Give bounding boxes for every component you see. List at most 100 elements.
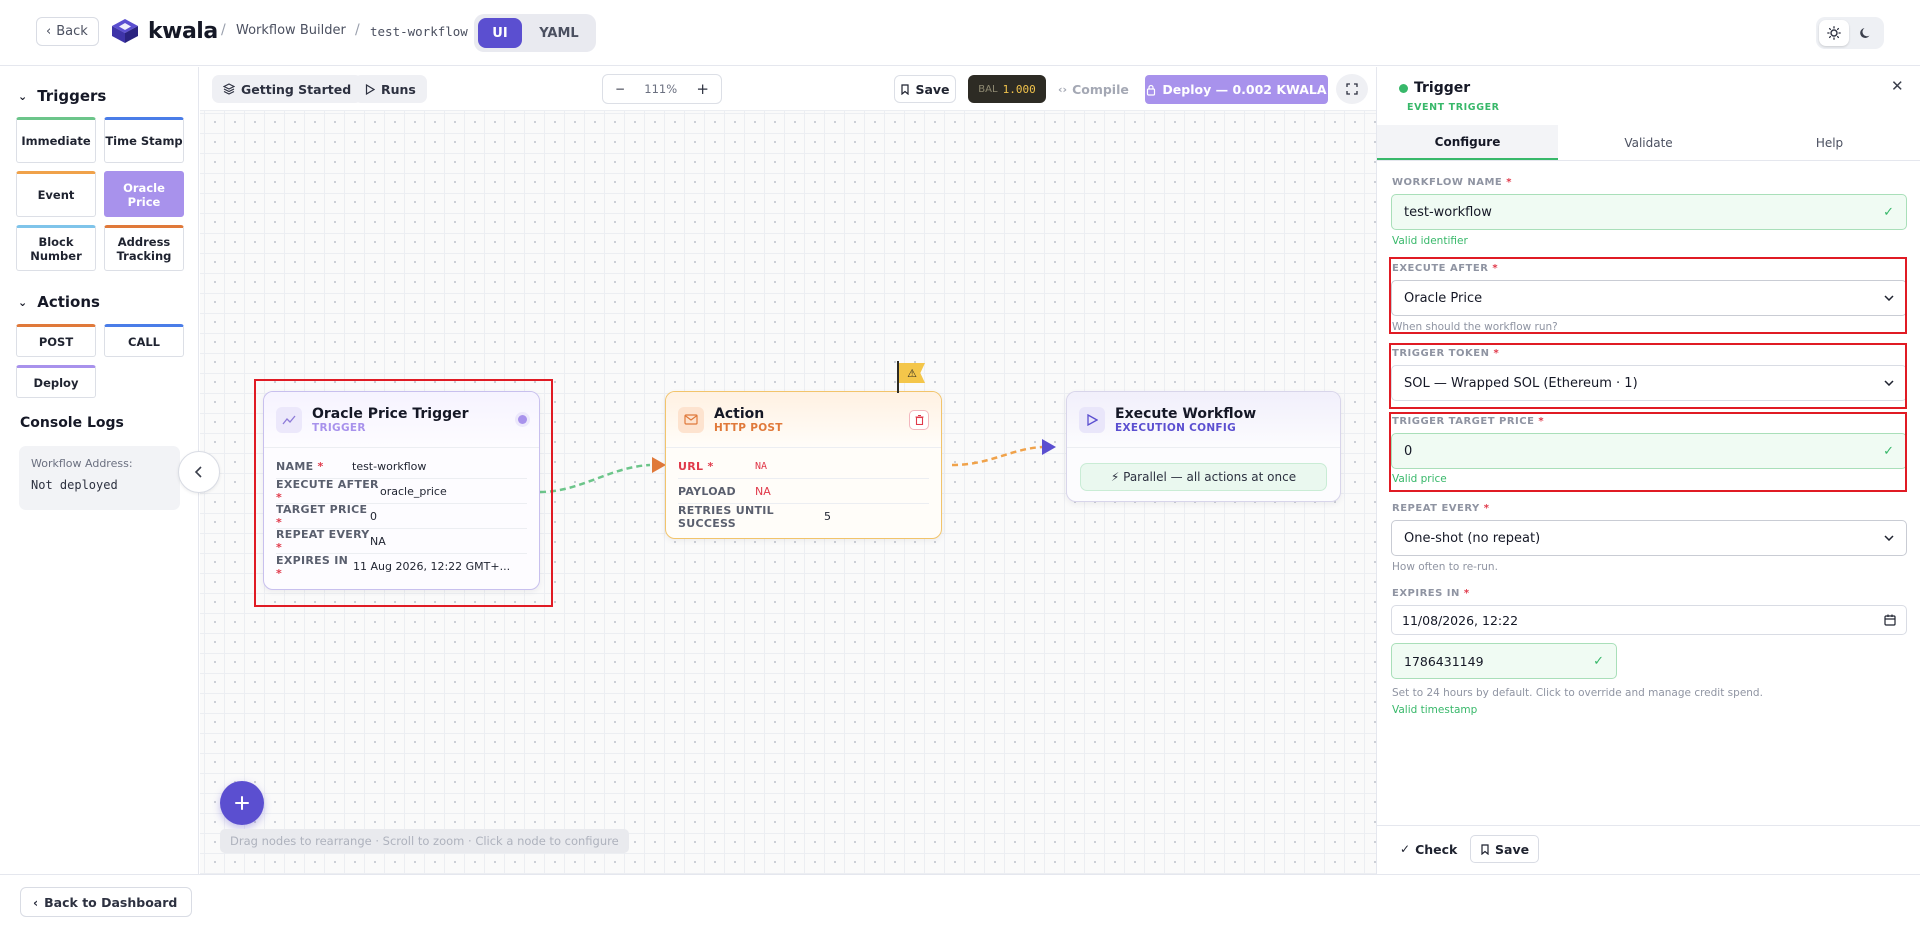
repeat-every-value: One-shot (no repeat) [1404,530,1541,546]
action-node-header: Action HTTP POST [666,392,941,448]
expires-datetime-input[interactable]: 11/08/2026, 12:22 [1391,605,1907,635]
breadcrumb-workflow-builder[interactable]: Workflow Builder [236,23,346,38]
repeat-every-label: REPEAT EVERY * [1392,503,1490,514]
action-node[interactable]: Action HTTP POST URL * NA PAYLOAD NA RET… [665,391,942,539]
deploy-button[interactable]: Deploy — 0.002 KWALA [1145,75,1328,104]
brand-name: kwala [148,18,218,44]
chevron-left-icon [194,466,202,478]
action-node-fields: URL * NA PAYLOAD NA RETRIES UNTIL SUCCES… [666,448,941,530]
plus-icon [235,796,249,810]
bookmark-icon [901,83,910,95]
edge-arrow-head [652,457,666,473]
target-price-input[interactable]: 0 ✓ [1391,433,1907,469]
palette-trigger-time-stamp[interactable]: Time Stamp [104,117,184,163]
compile-button[interactable]: ‹› Compile [1058,75,1129,103]
mode-yaml-button[interactable]: YAML [526,18,592,48]
delete-node-button[interactable] [909,409,929,430]
panel-save-button[interactable]: Save [1470,835,1540,863]
fullscreen-button[interactable] [1336,74,1368,104]
actions-section-header[interactable]: ⌄ Actions [18,293,100,311]
back-label: Back [56,24,88,39]
execute-after-note: When should the workflow run? [1392,321,1558,333]
workflow-canvas[interactable]: Getting Started Runs − 111% + Save BAL 1… [200,67,1376,874]
trigger-node[interactable]: Oracle Price Trigger TRIGGER NAME * test… [263,391,540,590]
palette-action-post[interactable]: POST [16,324,96,357]
palette-trigger-block-number[interactable]: Block Number [16,225,96,271]
runs-button[interactable]: Runs [354,75,427,103]
close-icon[interactable]: ✕ [1891,77,1904,95]
palette-trigger-address-tracking[interactable]: Address Tracking [104,225,184,271]
back-button[interactable]: ‹ Back [36,17,99,46]
getting-started-button[interactable]: Getting Started [212,75,363,103]
execute-node-subtitle: EXECUTION CONFIG [1115,421,1237,434]
panel-title-text: Trigger [1414,80,1471,96]
balance-label: BAL [978,83,998,95]
action-field-payload: PAYLOAD NA [678,479,929,504]
target-price-value: 0 [1404,443,1413,459]
runs-label: Runs [381,81,416,97]
add-node-button[interactable] [220,781,264,825]
trigger-field-repeat-every: REPEAT EVERY * NA [276,528,527,554]
triggers-title: Triggers [37,87,107,105]
breadcrumb-separator: / [221,22,226,38]
execute-node-header: Execute Workflow EXECUTION CONFIG [1067,392,1340,448]
expires-note: Set to 24 hours by default. Click to ove… [1392,687,1763,699]
moon-icon[interactable] [1851,20,1881,46]
action-node-title: Action [714,405,765,422]
trigger-token-select[interactable]: SOL — Wrapped SOL (Ethereum · 1) [1391,365,1907,401]
execution-mode-badge[interactable]: ⚡ Parallel — all actions at once [1080,463,1327,491]
chevron-down-icon [1884,380,1894,386]
tab-validate[interactable]: Validate [1558,125,1739,160]
target-price-label: TRIGGER TARGET PRICE * [1392,416,1545,427]
palette-trigger-event[interactable]: Event [16,171,96,217]
theme-toggle [1816,17,1884,49]
mode-ui-button[interactable]: UI [478,18,522,48]
kwala-logo-icon [112,19,138,43]
tab-help[interactable]: Help [1739,125,1920,160]
execute-after-label: EXECUTE AFTER * [1392,263,1499,274]
palette-trigger-oracle-price[interactable]: Oracle Price [104,171,184,217]
execute-workflow-node[interactable]: Execute Workflow EXECUTION CONFIG ⚡ Para… [1066,391,1341,502]
repeat-every-note: How often to re-run. [1392,561,1498,573]
zoom-in-button[interactable]: + [696,80,709,98]
target-price-note: Valid price [1392,473,1447,485]
tab-configure[interactable]: Configure [1377,125,1558,160]
triggers-section-header[interactable]: ⌄ Triggers [18,87,106,105]
trigger-field-execute-after: EXECUTE AFTER * oracle_price [276,478,527,504]
breadcrumb-separator: / [355,22,360,38]
check-icon: ✓ [1883,443,1894,459]
calendar-icon[interactable] [1884,614,1896,626]
expires-valid-note: Valid timestamp [1392,704,1478,716]
canvas-toolbar: Getting Started Runs − 111% + Save BAL 1… [200,67,1376,111]
palette-action-deploy[interactable]: Deploy [16,365,96,398]
expires-timestamp-input[interactable]: 1786431149 ✓ [1391,643,1617,679]
palette-trigger-immediate[interactable]: Immediate [16,117,96,163]
trigger-token-value: SOL — Wrapped SOL (Ethereum · 1) [1404,375,1638,391]
warning-flag[interactable]: ⚠ [897,361,927,393]
chevron-left-icon: ‹ [33,894,39,910]
zoom-out-button[interactable]: − [615,82,625,96]
sun-icon[interactable] [1819,20,1849,46]
edge-arrow-head [1042,439,1056,455]
check-button[interactable]: ✓ Check [1391,835,1466,863]
brand-logo[interactable]: kwala [110,18,218,44]
action-node-titles: Action HTTP POST [714,406,783,434]
repeat-every-select[interactable]: One-shot (no repeat) [1391,520,1907,556]
mail-icon [678,406,704,433]
expires-timestamp-value: 1786431149 [1404,653,1484,669]
back-to-dashboard-button[interactable]: ‹ Back to Dashboard [20,887,193,917]
collapse-sidebar-button[interactable] [178,451,220,493]
trigger-field-expires-in: EXPIRES IN * 11 Aug 2026, 12:22 GMT+... [276,553,511,580]
workflow-name-field[interactable]: test-workflow ✓ [1391,194,1907,230]
palette-action-call[interactable]: CALL [104,324,184,357]
check-icon: ✓ [1883,204,1894,220]
balance-value: 1.000 [1002,82,1036,96]
chevron-down-icon [1884,295,1894,301]
check-icon: ✓ [1593,653,1604,669]
save-button[interactable]: Save [894,75,956,103]
console-logs-box: Workflow Address: Not deployed [19,446,180,510]
node-status-dot [518,415,527,424]
chevron-down-icon: ⌄ [18,89,28,103]
execute-after-select[interactable]: Oracle Price [1391,280,1907,316]
play-icon [1079,406,1105,433]
